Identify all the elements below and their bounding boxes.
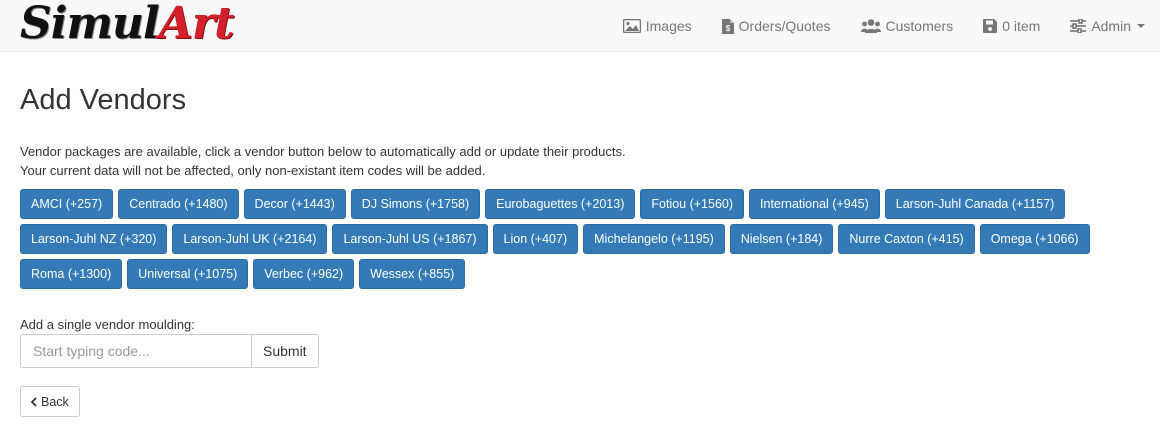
page-description: Vendor packages are available, click a v… — [20, 142, 1140, 180]
vendor-button[interactable]: Nielsen (+184) — [729, 224, 834, 254]
vendor-button[interactable]: Roma (+1300) — [20, 259, 123, 289]
vendor-button[interactable]: Eurobaguettes (+2013) — [485, 189, 636, 219]
back-button[interactable]: Back — [20, 386, 80, 417]
svg-text:$: $ — [725, 24, 730, 33]
nav-images[interactable]: Images — [608, 0, 707, 52]
nav-admin-label: Admin — [1091, 18, 1131, 34]
vendor-button[interactable]: Centrado (+1480) — [118, 189, 239, 219]
vendor-button[interactable]: Larson-Juhl UK (+2164) — [172, 224, 328, 254]
back-button-label: Back — [41, 394, 69, 409]
vendor-button[interactable]: Lion (+407) — [492, 224, 579, 254]
nav-orders-quotes[interactable]: $ Orders/Quotes — [707, 0, 846, 52]
caret-down-icon — [1137, 24, 1145, 28]
code-input[interactable] — [20, 334, 252, 368]
single-vendor-label: Add a single vendor moulding: — [20, 317, 195, 332]
vendor-button-list: AMCI (+257) Centrado (+1480) Decor (+1443)… — [20, 189, 1100, 294]
vendor-button[interactable]: Michelangelo (+1195) — [583, 224, 725, 254]
vendor-button[interactable]: Verbec (+962) — [253, 259, 355, 289]
brand-part-simul: Simul — [20, 0, 160, 49]
save-icon — [983, 19, 998, 33]
nav-cart-label: 0 item — [1002, 18, 1041, 34]
single-vendor-input-group: Submit — [20, 334, 320, 368]
nav-menu: Images $ Orders/Quotes Customers 0 item … — [608, 0, 1160, 52]
vendor-button[interactable]: Wessex (+855) — [359, 259, 466, 289]
vendor-button[interactable]: AMCI (+257) — [20, 189, 114, 219]
vendor-button[interactable]: Universal (+1075) — [127, 259, 249, 289]
sliders-icon — [1070, 19, 1087, 33]
vendor-button[interactable]: Larson-Juhl Canada (+1157) — [884, 189, 1066, 219]
description-line-2: Your current data will not be affected, … — [20, 163, 486, 178]
main-content: Add Vendors Vendor packages are availabl… — [0, 82, 1160, 417]
vendor-button[interactable]: Larson-Juhl NZ (+320) — [20, 224, 168, 254]
nav-orders-label: Orders/Quotes — [738, 18, 831, 34]
page-title: Add Vendors — [20, 84, 187, 116]
vendor-button[interactable]: DJ Simons (+1758) — [350, 189, 481, 219]
document-icon: $ — [721, 18, 734, 34]
brand-part-art: Art — [158, 0, 235, 49]
vendor-button[interactable]: Nurre Caxton (+415) — [838, 224, 975, 254]
navbar: SimulArt Images $ Orders/Quotes Customer… — [0, 0, 1160, 52]
image-icon — [622, 19, 641, 33]
vendor-button[interactable]: Fotiou (+1560) — [640, 189, 745, 219]
nav-customers-label: Customers — [885, 18, 954, 34]
chevron-left-icon — [30, 396, 37, 407]
vendor-button[interactable]: International (+945) — [749, 189, 880, 219]
submit-button[interactable]: Submit — [251, 334, 319, 368]
nav-cart[interactable]: 0 item — [968, 0, 1055, 52]
vendor-button[interactable]: Omega (+1066) — [979, 224, 1090, 254]
nav-images-label: Images — [645, 18, 692, 34]
nav-admin[interactable]: Admin — [1055, 0, 1160, 52]
description-line-1: Vendor packages are available, click a v… — [20, 144, 626, 159]
users-icon — [860, 19, 881, 33]
vendor-button[interactable]: Decor (+1443) — [243, 189, 346, 219]
nav-customers[interactable]: Customers — [846, 0, 969, 52]
vendor-button[interactable]: Larson-Juhl US (+1867) — [332, 224, 488, 254]
brand-logo[interactable]: SimulArt — [20, 0, 235, 50]
